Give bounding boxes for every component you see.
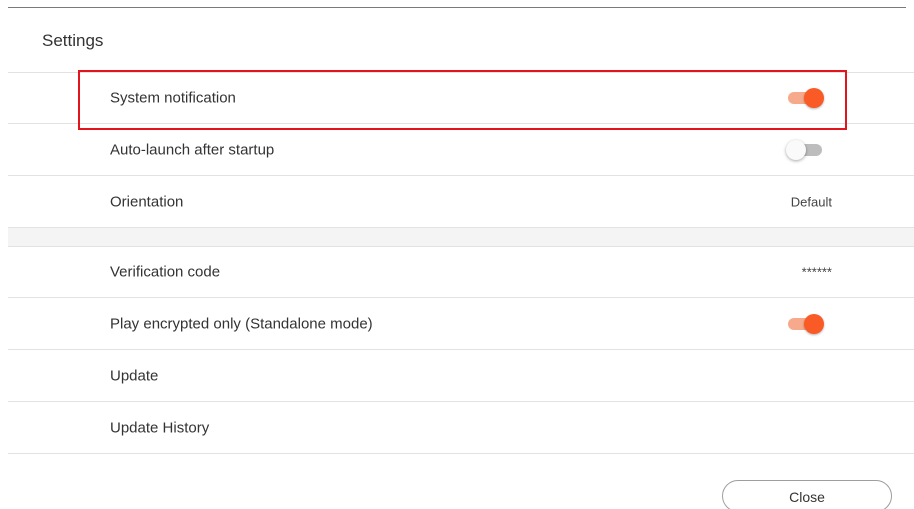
setting-label: System notification [110, 89, 236, 107]
setting-label: Play encrypted only (Standalone mode) [110, 315, 373, 332]
page-title: Settings [42, 31, 104, 50]
play-encrypted-toggle[interactable] [788, 313, 824, 334]
toggle-knob [804, 313, 824, 334]
setting-row-system-notification: System notification [8, 72, 914, 124]
setting-label: Update [110, 367, 159, 384]
system-notification-toggle[interactable] [788, 88, 824, 108]
verification-code-value: ****** [801, 264, 832, 280]
setting-label: Update History [110, 419, 210, 436]
setting-row-auto-launch: Auto-launch after startup [8, 124, 914, 176]
setting-row-verification-code[interactable]: Verification code ****** [8, 246, 914, 298]
setting-label: Orientation [110, 193, 184, 210]
toggle-knob [804, 88, 824, 108]
close-button[interactable]: Close [722, 480, 892, 509]
toggle-knob [786, 139, 806, 160]
section-gap [8, 228, 914, 246]
setting-label: Verification code [110, 263, 221, 281]
setting-row-play-encrypted: Play encrypted only (Standalone mode) [8, 298, 914, 350]
setting-row-update-history[interactable]: Update History [8, 402, 914, 454]
settings-dialog: Settings System notification Auto-launch… [0, 0, 914, 509]
setting-label: Auto-launch after startup [110, 141, 275, 158]
top-divider [8, 7, 906, 8]
auto-launch-toggle[interactable] [786, 139, 822, 160]
setting-row-orientation[interactable]: Orientation Default [8, 176, 914, 228]
orientation-value: Default [790, 194, 832, 209]
settings-list: System notification Auto-launch after st… [8, 72, 914, 454]
setting-row-update[interactable]: Update [8, 350, 914, 402]
